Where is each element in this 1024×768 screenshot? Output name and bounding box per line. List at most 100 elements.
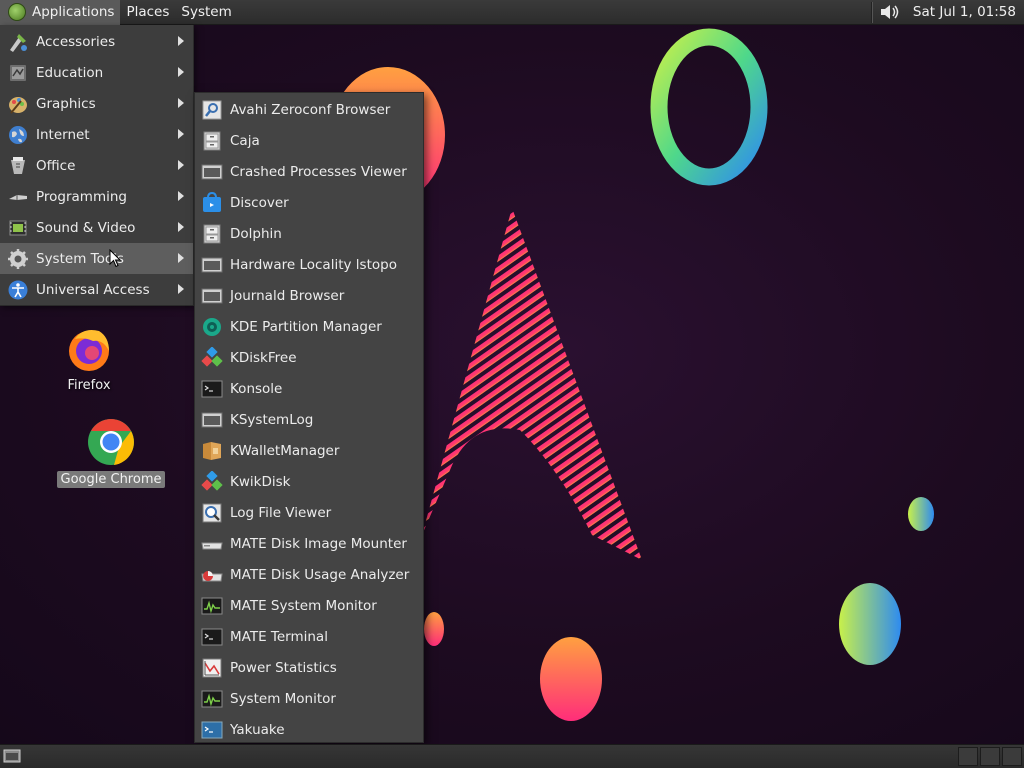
submenu-arrow-icon (178, 129, 184, 139)
menu-item-education[interactable]: Education (0, 57, 193, 88)
mate-logo-icon (8, 3, 26, 21)
submenu-arrow-icon (178, 98, 184, 108)
submenu-item-label: MATE System Monitor (230, 597, 377, 614)
menu-item-label: Universal Access (36, 281, 150, 298)
universal-access-icon (8, 280, 28, 299)
magnifier-icon (202, 100, 222, 119)
submenu-item-label: MATE Disk Image Mounter (230, 535, 407, 552)
submenu-item-label: KWalletManager (230, 442, 340, 459)
submenu-item-label: KDiskFree (230, 349, 297, 366)
submenu-item-mate-disk-image-mounter[interactable]: MATE Disk Image Mounter (195, 528, 423, 559)
workspace-3[interactable] (1002, 747, 1022, 766)
submenu-item-label: Caja (230, 132, 260, 149)
submenu-item-ksystemlog[interactable]: KSystemLog (195, 404, 423, 435)
submenu-item-kdiskfree[interactable]: KDiskFree (195, 342, 423, 373)
menu-item-programming[interactable]: Programming (0, 181, 193, 212)
workspace-2[interactable] (980, 747, 1000, 766)
menu-item-office[interactable]: Office (0, 150, 193, 181)
submenu-item-konsole[interactable]: Konsole (195, 373, 423, 404)
bottom-panel (0, 744, 1024, 768)
gradient-ring (650, 28, 768, 186)
window-icon (201, 412, 223, 427)
mouse-cursor-icon (109, 249, 121, 268)
tiny-orange-blob (424, 612, 444, 646)
power-statistics-icon (202, 658, 222, 677)
show-desktop-icon[interactable] (3, 748, 21, 764)
menu-item-graphics[interactable]: Graphics (0, 88, 193, 119)
submenu-item-label: System Monitor (230, 690, 336, 707)
submenu-item-label: Journald Browser (230, 287, 345, 304)
graphics-icon (9, 96, 27, 114)
volume-icon[interactable] (879, 3, 901, 21)
sound-video-icon (9, 220, 27, 235)
submenu-item-crashed-processes-viewer[interactable]: Crashed Processes Viewer (195, 156, 423, 187)
store-bag-icon (203, 191, 221, 212)
submenu-item-avahi-zeroconf-browser[interactable]: Avahi Zeroconf Browser (195, 94, 423, 125)
places-menu-label: Places (126, 4, 170, 20)
menu-item-label: Programming (36, 188, 127, 205)
file-cabinet-icon (203, 131, 221, 150)
panel-tray: Sat Jul 1, 01:58 (865, 0, 1024, 25)
submenu-item-hardware-locality-lstopo[interactable]: Hardware Locality lstopo (195, 249, 423, 280)
desktop-icon-google-chrome[interactable]: Google Chrome (56, 417, 166, 488)
menu-item-system-tools[interactable]: System Tools (0, 243, 193, 274)
office-icon (11, 156, 25, 174)
wallet-icon (203, 441, 221, 460)
submenu-item-label: Hardware Locality lstopo (230, 256, 397, 273)
submenu-item-power-statistics[interactable]: Power Statistics (195, 652, 423, 683)
submenu-item-mate-terminal[interactable]: MATE Terminal (195, 621, 423, 652)
top-panel: Applications Places System Sat Jul 1, 01… (0, 0, 1024, 25)
submenu-item-system-monitor[interactable]: System Monitor (195, 683, 423, 714)
submenu-arrow-icon (178, 160, 184, 170)
submenu-item-label: KwikDisk (230, 473, 291, 490)
disk-image-icon (201, 542, 223, 549)
file-cabinet-icon (203, 224, 221, 243)
partition-icon (203, 317, 221, 336)
system-tools-submenu: Avahi Zeroconf Browser Caja Crashed Proc… (194, 92, 424, 743)
submenu-item-label: KDE Partition Manager (230, 318, 382, 335)
menu-item-label: Office (36, 157, 76, 174)
menu-item-sound-video[interactable]: Sound & Video (0, 212, 193, 243)
places-menu[interactable]: Places (120, 0, 175, 25)
programming-icon (9, 194, 27, 200)
menu-item-universal-access[interactable]: Universal Access (0, 274, 193, 305)
desktop-icon-firefox[interactable]: Firefox (52, 325, 126, 394)
submenu-item-log-file-viewer[interactable]: Log File Viewer (195, 497, 423, 528)
submenu-item-dolphin[interactable]: Dolphin (195, 218, 423, 249)
submenu-item-label: Yakuake (230, 721, 285, 738)
panel-separator (870, 1, 873, 23)
submenu-item-mate-system-monitor[interactable]: MATE System Monitor (195, 590, 423, 621)
submenu-arrow-icon (178, 222, 184, 232)
submenu-item-kde-partition-manager[interactable]: KDE Partition Manager (195, 311, 423, 342)
submenu-item-label: Power Statistics (230, 659, 337, 676)
submenu-item-journald-browser[interactable]: Journald Browser (195, 280, 423, 311)
submenu-item-label: MATE Terminal (230, 628, 328, 645)
submenu-arrow-icon (178, 284, 184, 294)
submenu-arrow-icon (178, 253, 184, 263)
cubes-icon (201, 470, 223, 491)
submenu-item-label: Crashed Processes Viewer (230, 163, 407, 180)
menu-item-accessories[interactable]: Accessories (0, 26, 193, 57)
submenu-item-discover[interactable]: Discover (195, 187, 423, 218)
submenu-item-label: Discover (230, 194, 289, 211)
chrome-icon (88, 419, 134, 465)
submenu-item-caja[interactable]: Caja (195, 125, 423, 156)
firefox-icon (69, 330, 109, 371)
workspace-1[interactable] (958, 747, 978, 766)
submenu-arrow-icon (178, 36, 184, 46)
submenu-item-yakuake[interactable]: Yakuake (195, 714, 423, 745)
system-monitor-icon (201, 597, 223, 614)
submenu-arrow-icon (178, 191, 184, 201)
menu-item-label: Graphics (36, 95, 96, 112)
submenu-item-kwikdisk[interactable]: KwikDisk (195, 466, 423, 497)
applications-dropdown: Accessories Education Graphics Internet … (0, 25, 194, 306)
applications-menu[interactable]: Applications (0, 0, 121, 25)
submenu-item-kwalletmanager[interactable]: KWalletManager (195, 435, 423, 466)
menu-item-label: Education (36, 64, 104, 81)
submenu-arrow-icon (178, 67, 184, 77)
submenu-item-label: MATE Disk Usage Analyzer (230, 566, 410, 583)
menu-item-internet[interactable]: Internet (0, 119, 193, 150)
submenu-item-mate-disk-usage-analyzer[interactable]: MATE Disk Usage Analyzer (195, 559, 423, 590)
clock[interactable]: Sat Jul 1, 01:58 (913, 4, 1016, 20)
system-menu[interactable]: System (175, 0, 237, 25)
